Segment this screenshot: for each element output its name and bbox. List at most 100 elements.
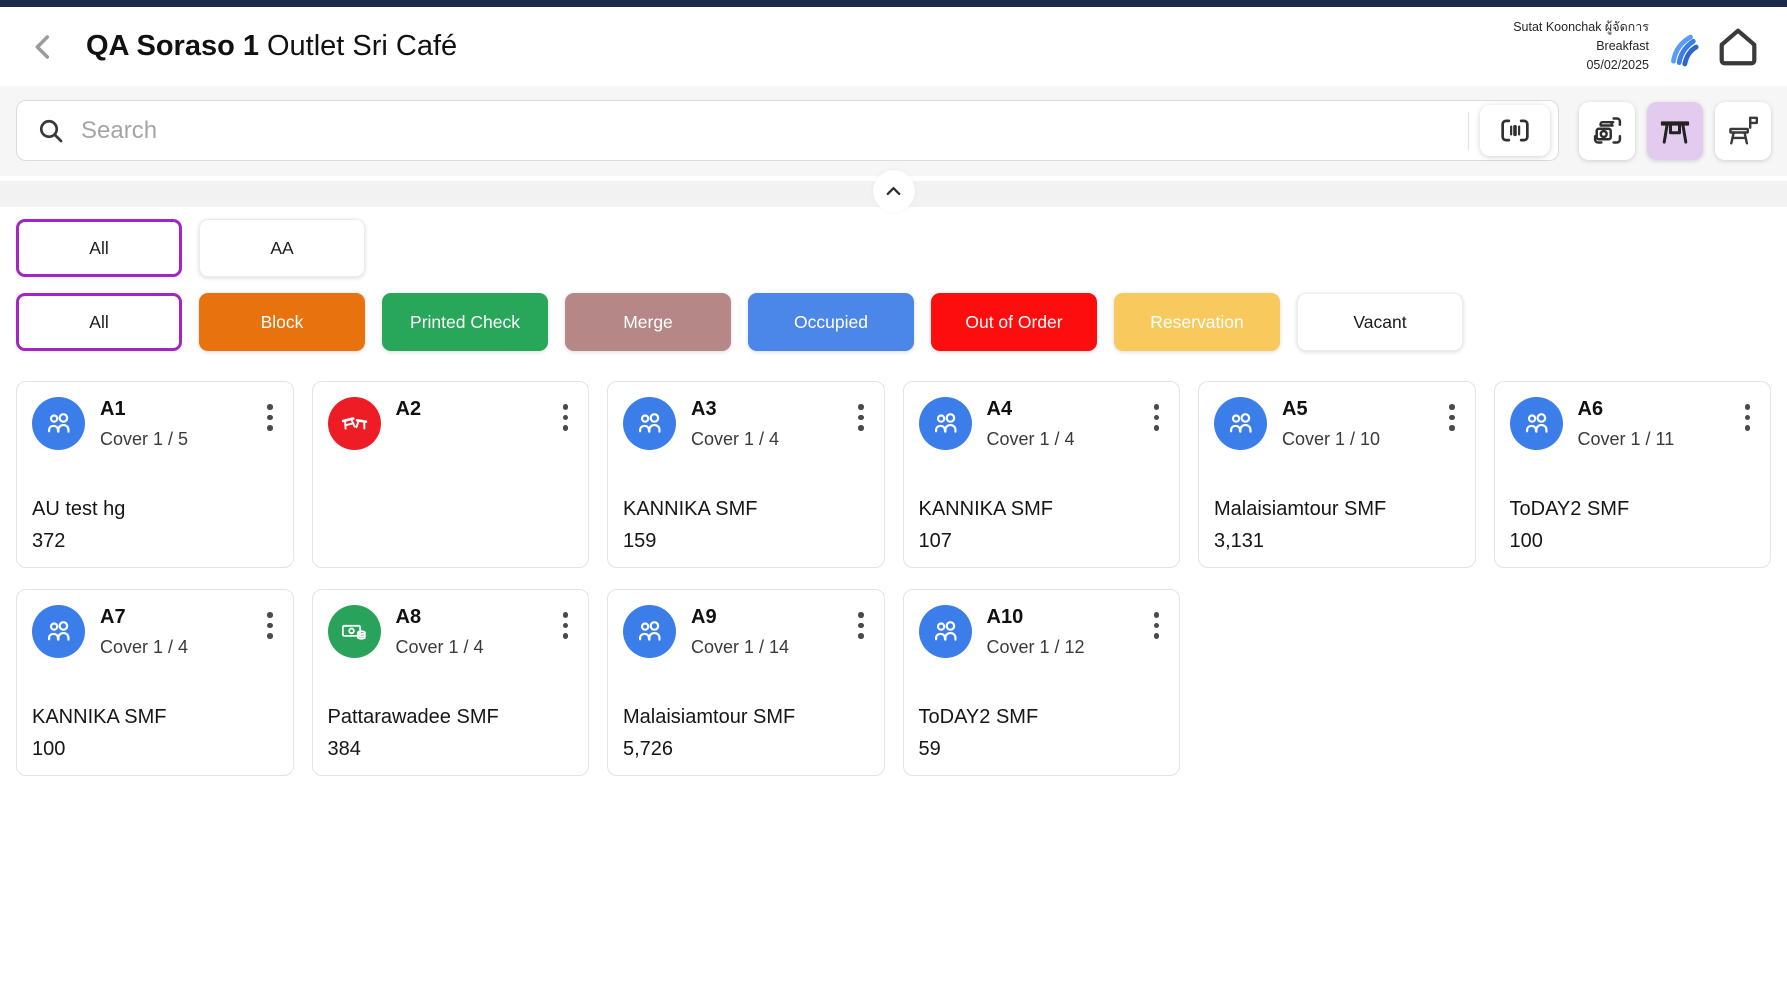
status-filter-out-of-order[interactable]: Out of Order [931,293,1097,351]
check-amount: 107 [919,530,1165,553]
zone-filter-all[interactable]: All [16,219,182,277]
status-filter-row: All Block Printed Check Merge Occupied O… [16,293,1771,351]
zone-filter-aa[interactable]: AA [199,219,365,277]
table-cover: Cover 1 / 4 [987,429,1075,450]
back-button[interactable] [24,27,64,67]
card-top: A3 Cover 1 / 4 [623,397,869,450]
top-navy-strip [0,0,1787,7]
outlet-code: QA Soraso 1 [86,30,259,62]
check-amount: 3,131 [1214,530,1460,553]
card-top: A6 Cover 1 / 11 [1510,397,1756,450]
barcode-scan-button[interactable] [1480,105,1550,156]
search-field [16,100,1559,161]
kebab-menu-icon[interactable] [262,605,278,646]
camera-scan-button[interactable] [1579,102,1635,160]
status-filter-reservation[interactable]: Reservation [1114,293,1280,351]
table-card-a4[interactable]: A4 Cover 1 / 4 KANNIKA SMF 107 [903,381,1181,568]
kebab-menu-icon[interactable] [558,397,574,438]
page-title: QA Soraso 1Outlet Sri Café [86,30,457,63]
session-info: Sutat Koonchak ผู้จัดการ Breakfast 05/02… [1513,18,1649,74]
people-icon [623,397,676,450]
people-icon [32,605,85,658]
table-cover: Cover 1 / 5 [100,429,188,450]
status-filter-merge[interactable]: Merge [565,293,731,351]
table-card-a6[interactable]: A6 Cover 1 / 11 ToDAY2 SMF 100 [1494,381,1772,568]
table-id: A6 [1578,398,1675,421]
table-id: A4 [987,398,1075,421]
table-card-a7[interactable]: A7 Cover 1 / 4 KANNIKA SMF 100 [16,589,294,776]
card-title-block: A7 Cover 1 / 4 [100,605,188,658]
card-top: A1 Cover 1 / 5 [32,397,278,450]
table-card-a9[interactable]: A9 Cover 1 / 14 Malaisiamtour SMF 5,726 [607,589,885,776]
kebab-menu-icon[interactable] [853,397,869,438]
kebab-menu-icon[interactable] [1740,397,1756,438]
check-amount: 100 [32,738,278,761]
status-filter-vacant[interactable]: Vacant [1297,293,1463,351]
people-icon [919,397,972,450]
guest-name: Pattarawadee SMF [328,706,574,729]
kebab-menu-icon[interactable] [1149,605,1165,646]
card-top: A4 Cover 1 / 4 [919,397,1165,450]
chair-view-toggle[interactable] [1715,102,1771,160]
status-filter-printed-check[interactable]: Printed Check [382,293,548,351]
search-input[interactable] [81,117,1468,145]
guest-name: Malaisiamtour SMF [1214,498,1460,521]
filter-panel: All AA All Block Printed Check Merge Occ… [0,207,1787,351]
guest-name: KANNIKA SMF [32,706,278,729]
home-button[interactable] [1715,24,1761,70]
check-amount [328,530,574,553]
check-amount: 59 [919,738,1165,761]
table-card-a5[interactable]: A5 Cover 1 / 10 Malaisiamtour SMF 3,131 [1198,381,1476,568]
people-icon [919,605,972,658]
table-card-a3[interactable]: A3 Cover 1 / 4 KANNIKA SMF 159 [607,381,885,568]
status-filter-all[interactable]: All [16,293,182,351]
card-top: A9 Cover 1 / 14 [623,605,869,658]
table-card-a8[interactable]: A8 Cover 1 / 4 Pattarawadee SMF 384 [312,589,590,776]
table-id: A3 [691,398,779,421]
kebab-menu-icon[interactable] [853,605,869,646]
table-card-a10[interactable]: A10 Cover 1 / 12 ToDAY2 SMF 59 [903,589,1181,776]
kebab-menu-icon[interactable] [1444,397,1460,438]
user-name: Sutat Koonchak ผู้จัดการ [1513,18,1649,37]
divider [1468,112,1470,150]
guest-name: Malaisiamtour SMF [623,706,869,729]
card-top: A2 [328,397,574,450]
kebab-menu-icon[interactable] [1149,397,1165,438]
table-cover: Cover 1 / 4 [691,429,779,450]
outlet-name: Outlet Sri Café [267,30,457,62]
table-id: A8 [396,606,484,629]
table-view-toggle[interactable] [1647,102,1703,160]
card-title-block: A4 Cover 1 / 4 [987,397,1075,450]
table-id: A1 [100,398,188,421]
tables-icon [328,397,381,450]
kebab-menu-icon[interactable] [262,397,278,438]
guest-name: KANNIKA SMF [623,498,869,521]
camera-scan-icon [1590,113,1625,148]
header-right: Sutat Koonchak ผู้จัดการ Breakfast 05/02… [1513,18,1761,74]
card-title-block: A2 [396,397,422,429]
meal-period: Breakfast [1513,37,1649,56]
table-card-a2[interactable]: A2 [312,381,590,568]
status-filter-occupied[interactable]: Occupied [748,293,914,351]
collapse-panel-button[interactable] [873,170,915,212]
card-title-block: A1 Cover 1 / 5 [100,397,188,450]
card-title-block: A6 Cover 1 / 11 [1578,397,1675,450]
table-card-a1[interactable]: A1 Cover 1 / 5 AU test hg 372 [16,381,294,568]
table-view-icon [1657,113,1693,149]
search-toolbar [0,86,1787,176]
check-amount: 372 [32,530,278,553]
chevron-up-icon [882,180,905,203]
chevron-left-icon [28,31,60,63]
cash-icon [328,605,381,658]
status-filter-block[interactable]: Block [199,293,365,351]
kebab-menu-icon[interactable] [558,605,574,646]
table-id: A10 [987,606,1085,629]
table-cover: Cover 1 / 10 [1282,429,1380,450]
card-top: A10 Cover 1 / 12 [919,605,1165,658]
table-id: A5 [1282,398,1380,421]
guest-name: ToDAY2 SMF [919,706,1165,729]
table-id: A2 [396,398,422,421]
table-cover: Cover 1 / 14 [691,637,789,658]
card-title-block: A3 Cover 1 / 4 [691,397,779,450]
guest-name [328,498,574,521]
